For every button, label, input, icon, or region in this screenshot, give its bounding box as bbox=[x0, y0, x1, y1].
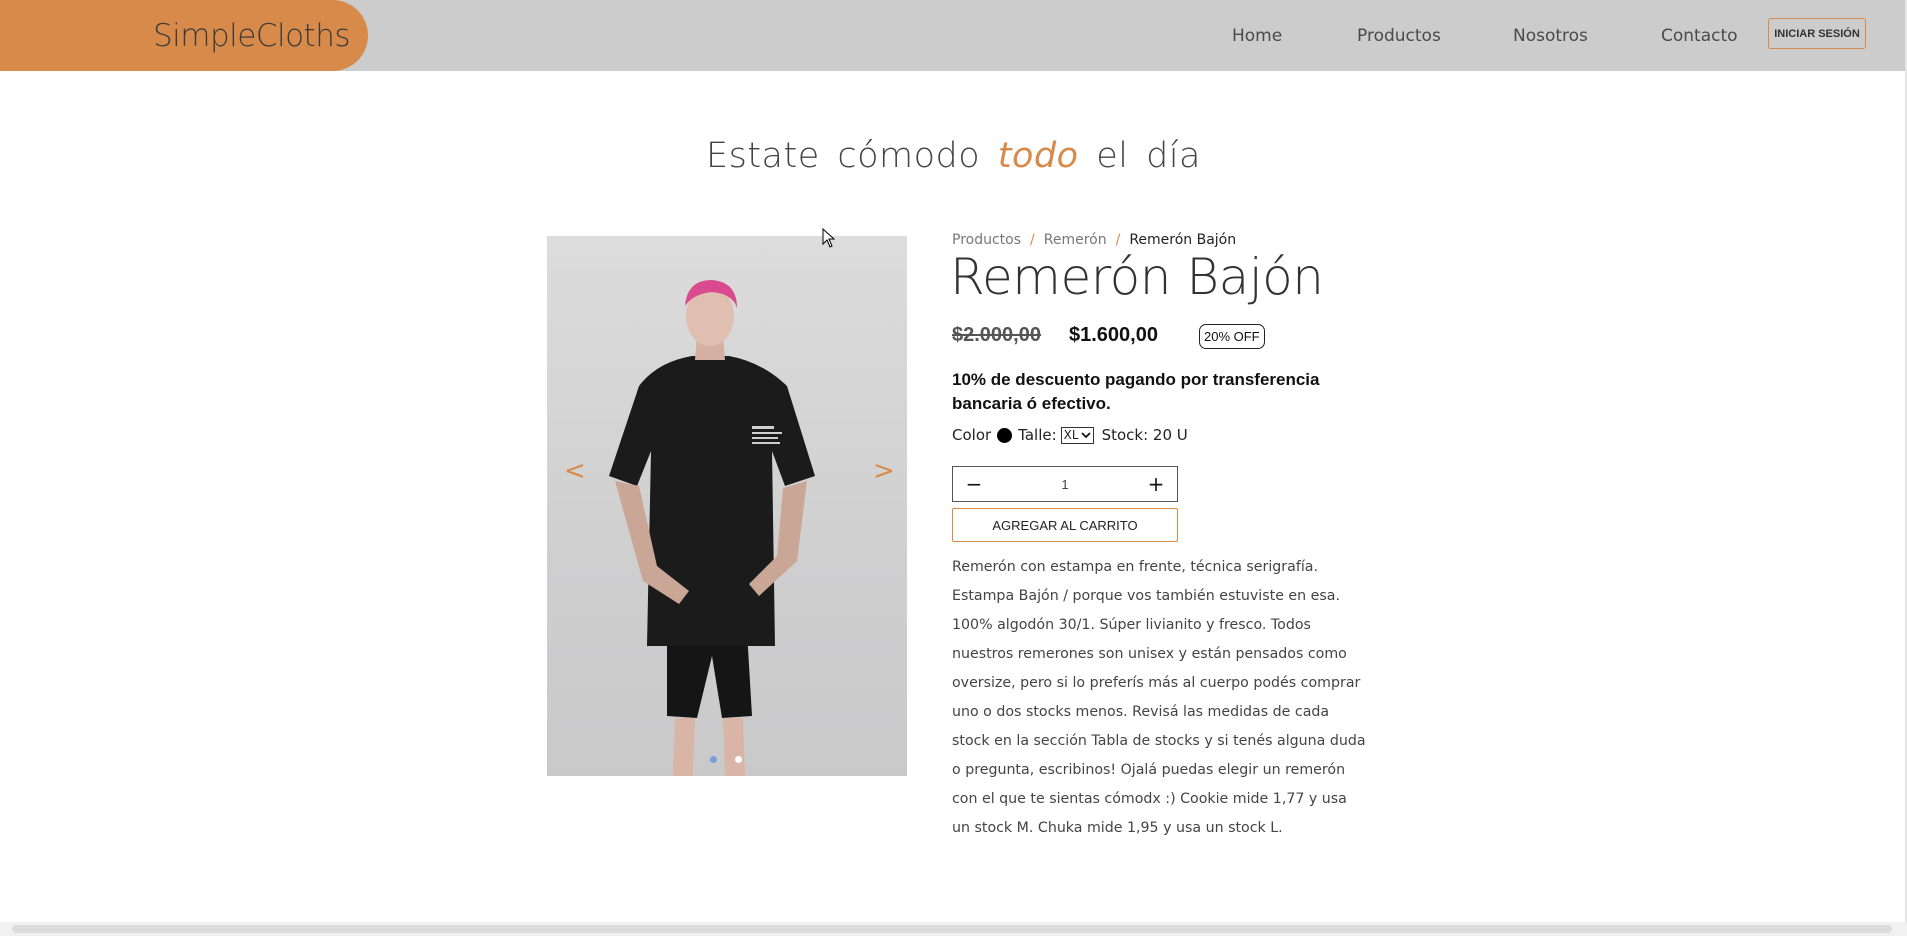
breadcrumb-remeron[interactable]: Remerón bbox=[1044, 232, 1107, 248]
decrease-quantity-button[interactable]: − bbox=[963, 472, 985, 496]
product-description: Remerón con estampa en frente, técnica s… bbox=[952, 559, 1366, 836]
breadcrumb-separator: / bbox=[1115, 232, 1121, 248]
nav-productos[interactable]: Productos bbox=[1357, 0, 1441, 71]
old-price: $2.000,00 bbox=[952, 324, 1041, 346]
size-value: XL bbox=[1063, 428, 1079, 442]
hero-text-after: el día bbox=[1096, 136, 1202, 176]
breadcrumb-current: Remerón Bajón bbox=[1129, 232, 1237, 248]
size-select[interactable]: XL bbox=[1060, 426, 1094, 444]
color-label: Color bbox=[952, 426, 992, 444]
carousel-dot-2[interactable] bbox=[735, 756, 742, 763]
hero-text-before: Estate cómodo bbox=[705, 136, 981, 176]
stock-label: Stock: 20 U bbox=[1101, 426, 1188, 444]
chevron-down-icon bbox=[1080, 432, 1091, 439]
add-to-cart-button[interactable]: AGREGAR AL CARRITO bbox=[952, 508, 1178, 542]
nav-nosotros[interactable]: Nosotros bbox=[1513, 0, 1588, 71]
breadcrumb-separator: / bbox=[1030, 232, 1035, 248]
quantity-stepper: − 1 + bbox=[952, 466, 1178, 502]
carousel-prev-arrow[interactable]: < bbox=[564, 456, 586, 486]
horizontal-scrollbar[interactable] bbox=[0, 922, 1907, 936]
current-price: $1.600,00 bbox=[1069, 324, 1158, 346]
navbar: SimpleCloths Home Productos Nosotros Con… bbox=[0, 0, 1907, 71]
brand-logo[interactable]: SimpleCloths bbox=[0, 0, 368, 71]
hero-text-accent: todo bbox=[997, 136, 1079, 176]
hero-headline: Estate cómodo todo el día bbox=[0, 136, 1907, 176]
scrollbar-thumb[interactable] bbox=[12, 925, 1892, 933]
nav-home[interactable]: Home bbox=[1232, 0, 1282, 71]
breadcrumb-productos[interactable]: Productos bbox=[952, 232, 1021, 248]
quantity-input[interactable]: 1 bbox=[1061, 477, 1068, 492]
carousel-next-arrow[interactable]: > bbox=[873, 456, 895, 486]
product-carousel[interactable]: < > bbox=[547, 236, 907, 776]
color-swatch[interactable] bbox=[997, 427, 1013, 443]
mouse-cursor-icon bbox=[822, 228, 836, 248]
discount-badge: 20% OFF bbox=[1199, 324, 1265, 349]
carousel-dot-1[interactable] bbox=[710, 756, 717, 763]
login-button[interactable]: INICIAR SESIÓN bbox=[1768, 18, 1866, 49]
breadcrumb: Productos / Remerón / Remerón Bajón bbox=[952, 232, 1236, 248]
product-photo bbox=[609, 280, 815, 776]
increase-quantity-button[interactable]: + bbox=[1145, 472, 1167, 496]
transfer-discount-note: 10% de descuento pagando por transferenc… bbox=[952, 370, 1320, 413]
nav-contacto[interactable]: Contacto bbox=[1661, 0, 1738, 71]
product-title: Remerón Bajón bbox=[950, 248, 1324, 306]
product-options: Color Talle: XL Stock: 20 U bbox=[952, 426, 1188, 444]
size-label: Talle: bbox=[1018, 426, 1057, 444]
